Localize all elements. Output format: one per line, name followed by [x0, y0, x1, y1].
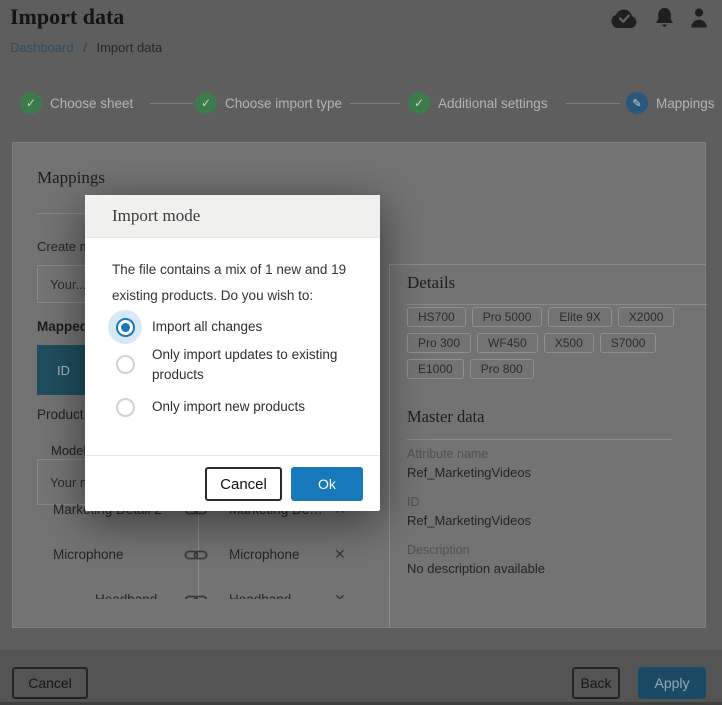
product-tag[interactable]: Pro 800 [470, 359, 534, 379]
field-value: Ref_MarketingVideos [407, 511, 697, 530]
bell-icon[interactable] [655, 7, 674, 29]
tag-row: Pro 300 WF450 X500 S7000 [407, 333, 656, 353]
radio-label: Only import new products [152, 397, 305, 417]
radio-only-updates-existing[interactable]: Only import updates to existing products [108, 347, 358, 385]
header-icons [609, 7, 708, 29]
source-field-label: Headband [95, 592, 157, 600]
field-label: Attribute name [407, 446, 697, 463]
breadcrumb-current: Import data [96, 40, 162, 55]
back-button[interactable]: Back [572, 667, 620, 699]
field-label: Description [407, 542, 697, 559]
dialog-footer-divider [85, 455, 380, 456]
breadcrumb-dashboard-link[interactable]: Dashboard [10, 40, 74, 55]
step-connector [350, 103, 400, 104]
radio-only-new-products[interactable]: Only import new products [108, 390, 358, 424]
radio-unselected-icon[interactable] [108, 390, 142, 424]
mappings-section-title: Mappings [37, 168, 105, 188]
mapped-field-label: Headband [229, 592, 291, 600]
breadcrumb: Dashboard / Import data [10, 40, 162, 55]
dialog-ok-button[interactable]: Ok [291, 467, 363, 501]
user-icon[interactable] [690, 8, 708, 28]
page-title: Import data [10, 4, 124, 30]
link-icon[interactable] [184, 593, 208, 599]
field-id: ID Ref_MarketingVideos [407, 494, 697, 530]
radio-label: Only import updates to existing products [152, 345, 352, 385]
radio-import-all-changes[interactable]: Import all changes [108, 310, 358, 344]
product-tag[interactable]: HS700 [407, 307, 466, 327]
step-connector [150, 103, 193, 104]
product-tag[interactable]: Pro 300 [407, 333, 471, 353]
close-icon[interactable]: ✕ [334, 546, 346, 563]
field-value: No description available [407, 559, 697, 578]
product-tag[interactable]: X500 [544, 333, 594, 353]
footer-bar: Cancel Back Apply [0, 650, 722, 705]
attribute-item-model[interactable]: Model [51, 443, 86, 458]
cancel-button[interactable]: Cancel [12, 667, 88, 699]
link-icon[interactable] [184, 548, 208, 566]
product-tag[interactable]: Pro 5000 [472, 307, 543, 327]
step-choose-import-type[interactable]: Choose import type [225, 96, 342, 111]
field-attribute-name: Attribute name Ref_MarketingVideos [407, 446, 697, 482]
breadcrumb-separator: / [77, 40, 93, 55]
product-tag[interactable]: X2000 [618, 307, 675, 327]
attribute-item-product[interactable]: Product [37, 407, 84, 422]
dialog-message: The file contains a mix of 1 new and 19 … [112, 257, 370, 309]
step-mappings-pencil-icon: ✎ [626, 92, 648, 114]
radio-unselected-icon[interactable] [108, 347, 142, 381]
master-data-fields: Attribute name Ref_MarketingVideos ID Re… [407, 446, 697, 590]
details-title: Details [407, 273, 455, 293]
step-mappings[interactable]: Mappings [656, 96, 715, 111]
tag-row: E1000 Pro 800 [407, 359, 534, 379]
details-panel: Details HS700 Pro 5000 Elite 9X X2000 Pr… [389, 264, 706, 628]
master-data-title: Master data [407, 407, 484, 427]
step-additional-settings-check-icon: ✓ [408, 92, 430, 114]
cloud-check-icon[interactable] [609, 8, 639, 29]
mapped-column-header: Mapped [37, 319, 88, 334]
details-rule [407, 304, 707, 305]
step-choose-sheet-check-icon: ✓ [20, 92, 42, 114]
source-field-label: Microphone [53, 547, 124, 562]
apply-button[interactable]: Apply [638, 667, 706, 699]
master-data-rule [407, 439, 672, 440]
field-description: Description No description available [407, 542, 697, 578]
field-label: ID [407, 494, 697, 511]
radio-label: Import all changes [152, 317, 262, 337]
step-connector [566, 103, 620, 104]
product-tag[interactable]: E1000 [407, 359, 464, 379]
mapped-field-label: Microphone [229, 547, 300, 562]
tag-row: HS700 Pro 5000 Elite 9X X2000 [407, 307, 674, 327]
import-mode-dialog: Import mode The file contains a mix of 1… [85, 195, 380, 511]
mapping-row: Headband Headband ✕ [37, 585, 358, 599]
step-choose-sheet[interactable]: Choose sheet [50, 96, 133, 111]
step-additional-settings[interactable]: Additional settings [438, 96, 548, 111]
product-tag[interactable]: S7000 [600, 333, 657, 353]
step-choose-import-type-check-icon: ✓ [195, 92, 217, 114]
field-value: Ref_MarketingVideos [407, 463, 697, 482]
close-icon[interactable]: ✕ [334, 591, 346, 600]
product-tag[interactable]: WF450 [477, 333, 538, 353]
dialog-cancel-button[interactable]: Cancel [205, 467, 282, 501]
product-tag[interactable]: Elite 9X [548, 307, 611, 327]
mapping-row: Microphone Microphone ✕ [37, 540, 358, 568]
radio-selected-icon[interactable] [108, 310, 142, 344]
dialog-title: Import mode [85, 195, 380, 238]
